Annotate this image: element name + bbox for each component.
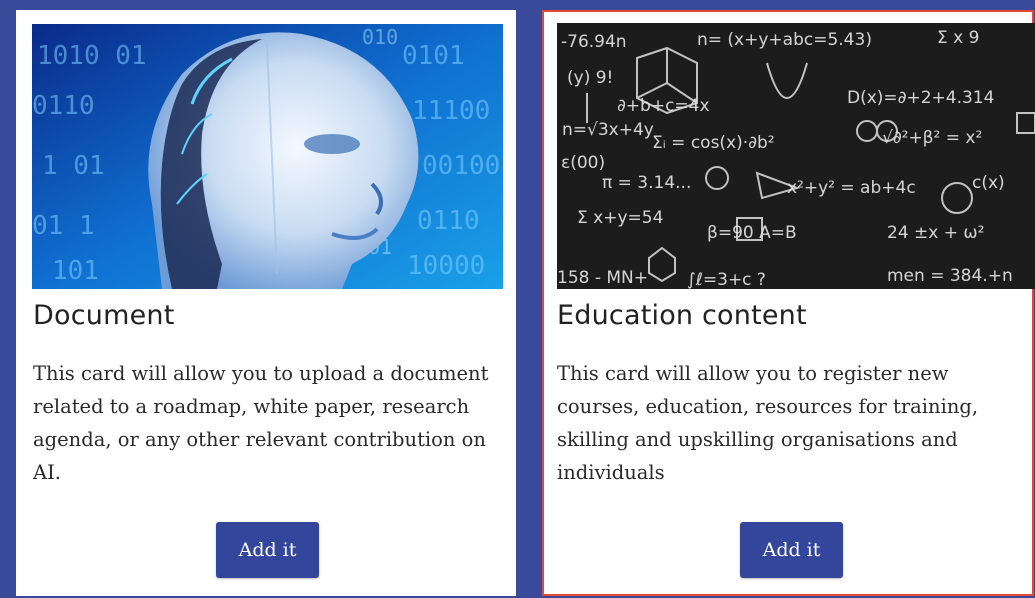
svg-text:11100: 11100 xyxy=(412,96,490,126)
svg-text:-76.94n: -76.94n xyxy=(561,32,627,52)
svg-text:1 01: 1 01 xyxy=(42,151,105,181)
chalkboard-math-image: -76.94n n= (x+y+abc=5.43) Σ x 9 (y) 9! ∂… xyxy=(557,23,1035,289)
card-description: This card will allow you to upload a doc… xyxy=(33,362,489,484)
svg-text:158 - MN+: 158 - MN+ xyxy=(557,268,648,288)
svg-text:0110: 0110 xyxy=(417,206,480,236)
svg-text:010: 010 xyxy=(362,25,398,49)
svg-text:n= (x+y+abc=5.43): n= (x+y+abc=5.43) xyxy=(697,30,872,50)
svg-text:0110: 0110 xyxy=(32,91,95,121)
add-education-content-button[interactable]: Add it xyxy=(740,522,843,578)
svg-text:00100: 00100 xyxy=(422,151,500,181)
robot-head-image: 1010 01 0110 1 01 01 1 101 0101 11100 00… xyxy=(32,24,503,289)
svg-text:0101: 0101 xyxy=(402,41,465,71)
svg-text:x²+y² = ab+4c: x²+y² = ab+4c xyxy=(787,178,916,198)
svg-text:ε(00): ε(00) xyxy=(561,153,605,173)
svg-text:n=√3x+4y: n=√3x+4y xyxy=(562,120,654,140)
svg-text:Σ x 9: Σ x 9 xyxy=(937,28,979,48)
svg-text:c(x): c(x) xyxy=(972,173,1005,193)
svg-text:01 1: 01 1 xyxy=(32,211,95,241)
card-education-content[interactable]: -76.94n n= (x+y+abc=5.43) Σ x 9 (y) 9! ∂… xyxy=(542,10,1035,596)
svg-text:men = 384.+n: men = 384.+n xyxy=(887,266,1013,286)
svg-text:101: 101 xyxy=(52,256,99,286)
svg-text:24 ±x + ω²: 24 ±x + ω² xyxy=(887,223,984,243)
svg-text:∂+b+c=4x: ∂+b+c=4x xyxy=(617,96,710,116)
page: 1010 01 0110 1 01 01 1 101 0101 11100 00… xyxy=(0,0,1035,598)
svg-text:10000: 10000 xyxy=(407,251,485,281)
svg-text:Σ x+y=54: Σ x+y=54 xyxy=(577,208,663,228)
card-title: Document xyxy=(33,300,175,331)
svg-text:D(x)=∂+2+4.314: D(x)=∂+2+4.314 xyxy=(847,88,994,108)
add-document-button[interactable]: Add it xyxy=(216,522,319,578)
card-description: This card will allow you to register new… xyxy=(557,362,979,484)
svg-text:1010 01: 1010 01 xyxy=(37,41,147,71)
svg-text:π = 3.14...: π = 3.14... xyxy=(602,173,691,193)
svg-text:∫ℓ=3+c ?: ∫ℓ=3+c ? xyxy=(687,270,766,289)
svg-text:Σᵢ = cos(x)·∂b²: Σᵢ = cos(x)·∂b² xyxy=(652,133,775,153)
svg-text:(y) 9!: (y) 9! xyxy=(567,68,613,88)
card-document: 1010 01 0110 1 01 01 1 101 0101 11100 00… xyxy=(16,10,516,596)
card-title: Education content xyxy=(557,300,807,331)
